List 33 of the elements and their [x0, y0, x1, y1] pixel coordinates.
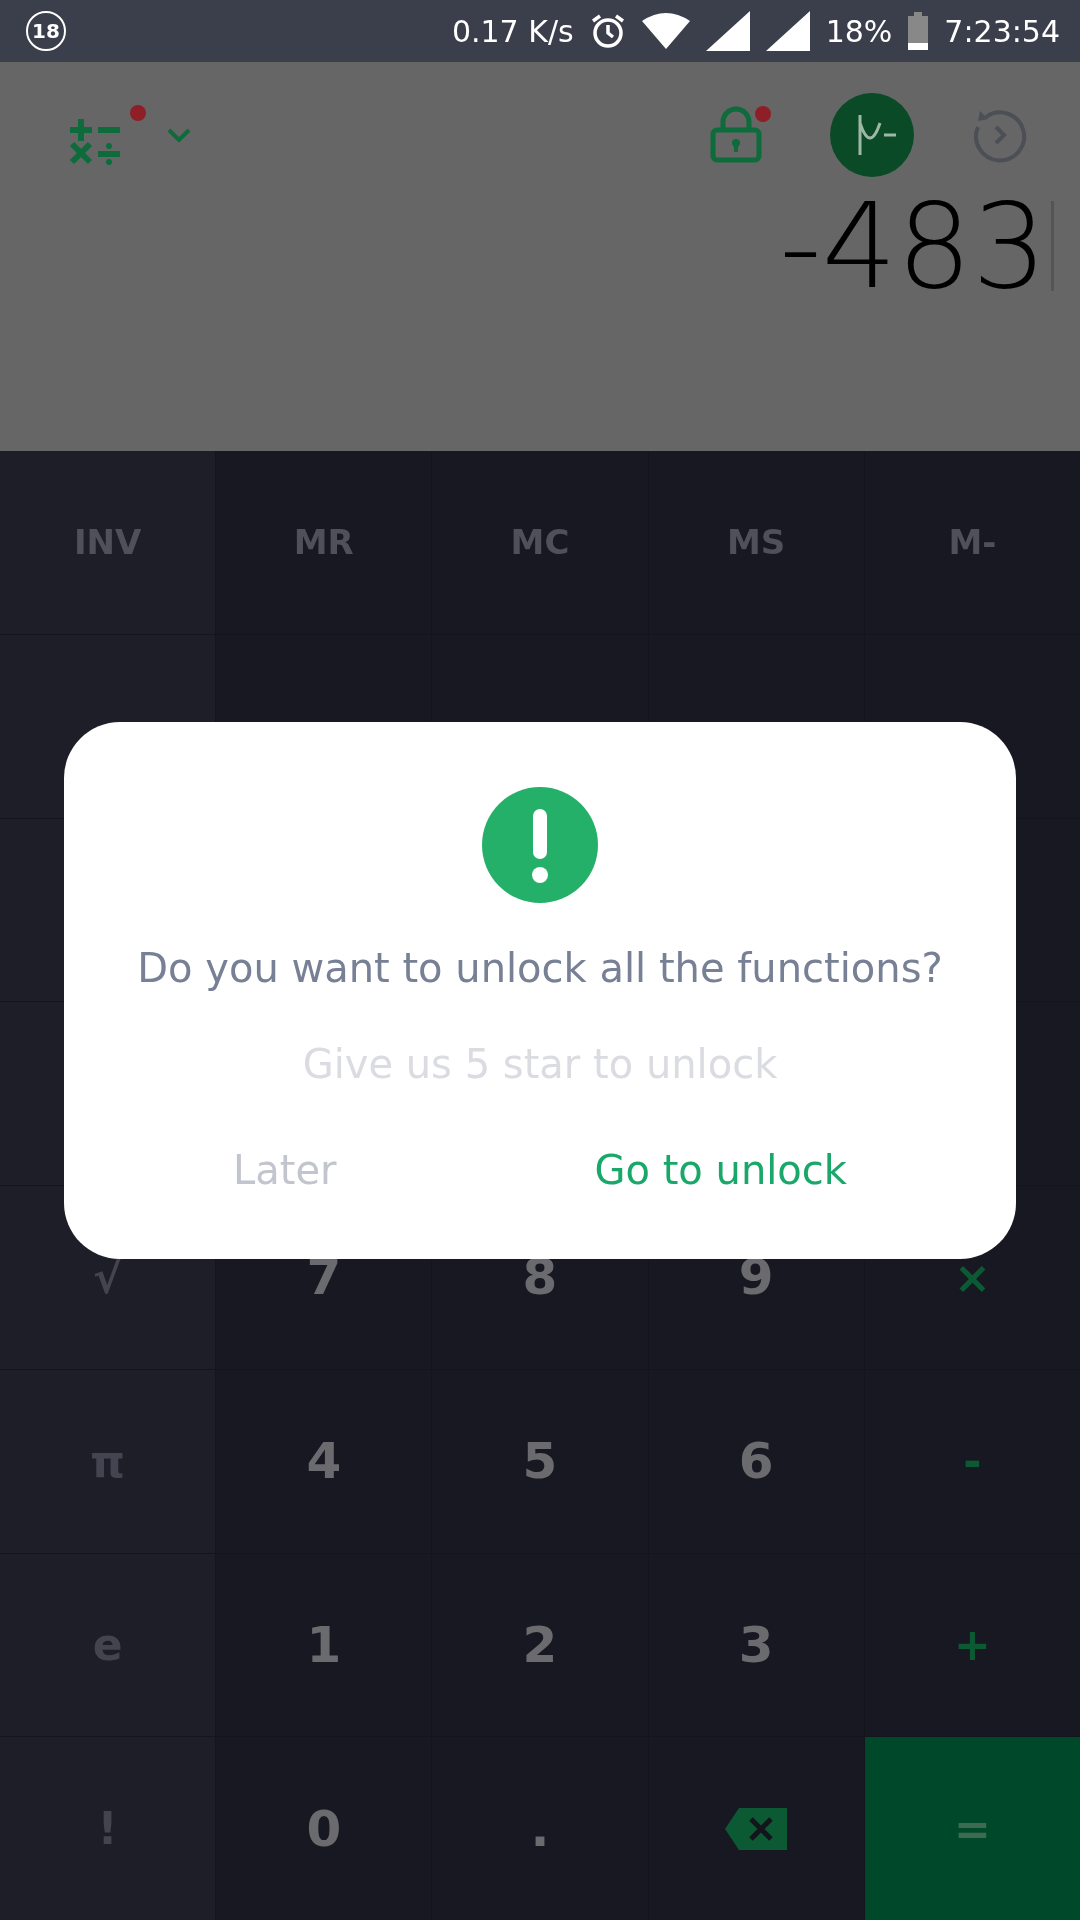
- calculator-key[interactable]: +: [864, 1553, 1080, 1737]
- display-value: -483: [779, 187, 1047, 305]
- chevron-down-icon[interactable]: [166, 126, 192, 143]
- battery-icon: [908, 12, 929, 50]
- calculator-key[interactable]: 4: [216, 1369, 432, 1553]
- battery-level: 18%: [825, 13, 893, 49]
- calculator-key[interactable]: 1: [216, 1553, 432, 1737]
- dialog-title: Do you want to unlock all the functions?: [137, 945, 943, 991]
- backspace-icon: [725, 1807, 788, 1850]
- calculator-key[interactable]: MC: [432, 451, 648, 634]
- calculator-key[interactable]: 2: [432, 1553, 648, 1737]
- calculator-key[interactable]: 5: [432, 1369, 648, 1553]
- exclamation-icon: [482, 787, 598, 903]
- calculator-key[interactable]: .: [432, 1737, 648, 1920]
- alarm-icon: [589, 13, 626, 49]
- notification-badge: 18: [26, 11, 66, 51]
- equals-key[interactable]: =: [864, 1737, 1080, 1920]
- calculator-key[interactable]: MS: [648, 451, 864, 634]
- calculator-key[interactable]: 6: [648, 1369, 864, 1553]
- graph-icon[interactable]: [830, 92, 914, 177]
- wifi-icon: [641, 13, 690, 49]
- calculator-key[interactable]: M-: [864, 451, 1080, 634]
- lock-icon[interactable]: [710, 105, 772, 164]
- signal-icon: [765, 11, 810, 51]
- calculator-key[interactable]: !: [0, 1737, 216, 1920]
- backspace-key[interactable]: [648, 1737, 864, 1920]
- calculator-key[interactable]: 3: [648, 1553, 864, 1737]
- clock-time: 7:23:54: [944, 13, 1060, 49]
- signal-icon: [705, 11, 750, 51]
- calculator-key[interactable]: MR: [216, 451, 432, 634]
- calculator-key[interactable]: -: [864, 1369, 1080, 1553]
- calculator-key[interactable]: 0: [216, 1737, 432, 1920]
- network-speed: 0.17 K/s: [451, 13, 574, 49]
